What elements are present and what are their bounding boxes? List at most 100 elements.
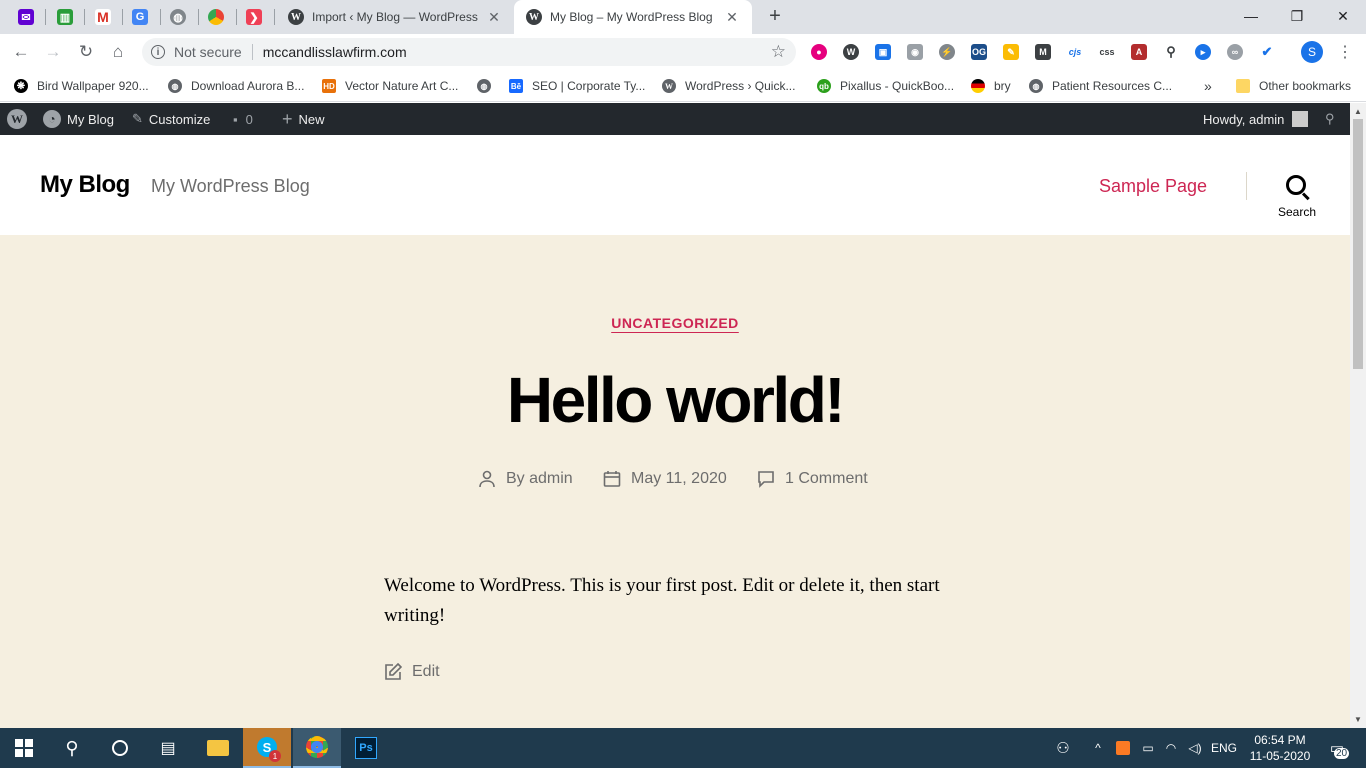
wordpress-extension-icon[interactable]: W — [843, 44, 859, 60]
chrome-taskbar-icon[interactable] — [293, 728, 341, 768]
minimize-button[interactable]: — — [1228, 0, 1274, 32]
windows-logo-icon — [15, 739, 33, 757]
tab-my-blog[interactable]: W My Blog – My WordPress Blog ✕ — [514, 0, 752, 34]
skype-icon[interactable]: S 1 — [243, 728, 291, 768]
cortana-icon[interactable] — [96, 728, 144, 768]
bookmark-item[interactable]: qb Pixallus - QuickBoo... — [817, 76, 954, 96]
screen-capture-extension-icon[interactable]: ▣ — [875, 44, 891, 60]
browser-tab-strip: ✉ ▥ M G ◍ ❯ W Import ‹ My Blog — WordPre… — [0, 0, 1366, 34]
header-divider — [1246, 172, 1247, 200]
lightning-extension-icon[interactable]: ⚡ — [939, 44, 955, 60]
menu-dots-icon[interactable]: ⋮ — [1337, 42, 1353, 62]
taskbar-clock[interactable]: 06:54 PM 11-05-2020 — [1248, 732, 1312, 764]
new-content-menu[interactable]: + New — [282, 103, 325, 135]
close-icon[interactable]: ✕ — [486, 9, 502, 26]
wifi-icon[interactable]: ◠ — [1160, 728, 1182, 768]
address-bar[interactable]: i Not secure mccandlisslawfirm.com ☆ — [142, 38, 796, 66]
globe-icon: ◍ — [1029, 79, 1043, 93]
location-pin-extension-icon[interactable]: ⚲ — [1163, 44, 1179, 60]
scroll-up-arrow[interactable]: ▲ — [1354, 107, 1362, 116]
color-picker-extension-icon[interactable]: ● — [811, 44, 827, 60]
clock-date: 11-05-2020 — [1249, 749, 1311, 763]
bookmark-item[interactable]: Bē SEO | Corporate Ty... — [509, 76, 645, 96]
pinned-tab-chrome[interactable] — [197, 4, 235, 30]
cjs-extension-icon[interactable]: cjs — [1067, 44, 1083, 60]
site-name-menu[interactable]: ◔ My Blog — [43, 103, 114, 135]
bookmark-item[interactable]: W WordPress › Quick... — [662, 76, 795, 96]
customize-link[interactable]: ✎ Customize — [132, 103, 210, 135]
site-title[interactable]: My Blog — [40, 171, 130, 199]
m-extension-icon[interactable]: M — [1035, 44, 1051, 60]
back-button[interactable]: ← — [8, 39, 34, 65]
file-explorer-icon[interactable] — [194, 728, 242, 768]
new-tab-button[interactable]: + — [764, 5, 786, 27]
og-extension-icon[interactable]: OG — [971, 44, 987, 60]
xampp-icon[interactable] — [1112, 728, 1134, 768]
profile-avatar[interactable]: S — [1301, 41, 1323, 63]
nav-sample-page[interactable]: Sample Page — [1099, 176, 1207, 197]
volume-icon[interactable]: ◁) — [1184, 728, 1206, 768]
bookmark-item[interactable]: HD Vector Nature Art C... — [322, 76, 458, 96]
start-button[interactable] — [0, 728, 48, 768]
pinned-tab-mail[interactable]: ✉ — [7, 4, 45, 30]
forward-button[interactable]: → — [40, 39, 66, 65]
globe-icon: ◍ — [170, 9, 186, 25]
edit-post-link[interactable]: Edit — [384, 663, 440, 681]
my-account-menu[interactable]: Howdy, admin — [1203, 103, 1309, 135]
restore-button[interactable]: ❐ — [1274, 0, 1320, 32]
battery-icon[interactable]: ▭ — [1138, 728, 1158, 768]
search-icon[interactable]: ⚲ — [48, 728, 96, 768]
check-extension-icon[interactable]: ✔ — [1259, 44, 1275, 60]
post-category: UNCATEGORIZED — [0, 315, 1350, 333]
pinned-tab-translate[interactable]: G — [121, 4, 159, 30]
bookmark-star-icon[interactable]: ☆ — [771, 42, 786, 62]
language-indicator[interactable]: ENG — [1208, 728, 1240, 768]
admin-search-icon[interactable]: ⚲ — [1325, 103, 1335, 135]
comments-link[interactable]: 1 Comment — [785, 470, 868, 488]
edit-label: Edit — [412, 663, 440, 680]
bookmark-item[interactable]: ◍ — [477, 76, 500, 96]
action-center-button[interactable]: ▭ 20 — [1320, 728, 1354, 768]
search-toggle-button[interactable]: Search — [1272, 173, 1324, 223]
home-button[interactable]: ⌂ — [105, 39, 131, 65]
vertical-scrollbar[interactable]: ▲ ▼ — [1350, 103, 1366, 728]
pinned-tab-pocket[interactable]: ❯ — [235, 4, 273, 30]
close-window-button[interactable]: ✕ — [1320, 0, 1366, 32]
wordpress-icon: W — [662, 79, 676, 93]
bookmark-item[interactable]: ❋ Bird Wallpaper 920... — [14, 76, 149, 96]
css-extension-icon[interactable]: css — [1099, 44, 1115, 60]
task-view-icon[interactable]: ▤ — [144, 728, 192, 768]
camera-extension-icon[interactable]: ◉ — [907, 44, 923, 60]
tab-import[interactable]: W Import ‹ My Blog — WordPress ✕ — [276, 0, 514, 34]
reload-button[interactable]: ↻ — [73, 39, 99, 65]
scrollbar-thumb[interactable] — [1353, 119, 1363, 369]
post-author: By admin — [478, 468, 573, 490]
bookmark-item[interactable]: bry — [971, 76, 1011, 96]
bookmark-label: Vector Nature Art C... — [345, 79, 459, 93]
bookmark-item[interactable]: ◍ Download Aurora B... — [168, 76, 304, 96]
pinned-tab-trello[interactable]: ▥ — [46, 4, 84, 30]
category-link[interactable]: UNCATEGORIZED — [611, 315, 739, 331]
photoshop-icon[interactable]: Ps — [342, 728, 390, 768]
note-extension-icon[interactable]: ✎ — [1003, 44, 1019, 60]
other-bookmarks-folder[interactable]: Other bookmarks — [1236, 76, 1351, 96]
pinned-tab-globe[interactable]: ◍ — [159, 4, 197, 30]
pinned-tab-gmail[interactable]: M — [84, 4, 122, 30]
flag-icon — [971, 79, 985, 93]
close-icon[interactable]: ✕ — [724, 9, 740, 26]
play-extension-icon[interactable]: ▸ — [1195, 44, 1211, 60]
chevron-up-icon[interactable]: ^ — [1088, 728, 1108, 768]
link-extension-icon[interactable]: ∞ — [1227, 44, 1243, 60]
url-text[interactable]: mccandlisslawfirm.com — [263, 44, 407, 60]
date-link[interactable]: May 11, 2020 — [631, 470, 727, 488]
people-icon[interactable]: ⚇ — [1050, 728, 1076, 768]
wp-logo-menu[interactable]: W — [7, 103, 33, 135]
comment-bubble-icon: ▪ — [233, 111, 238, 127]
info-icon[interactable]: i — [151, 45, 165, 59]
pdf-extension-icon[interactable]: A — [1131, 44, 1147, 60]
bookmarks-overflow-button[interactable]: » — [1204, 76, 1212, 96]
comments-link[interactable]: ▪ 0 — [233, 103, 253, 135]
author-link[interactable]: By admin — [506, 470, 573, 488]
bookmark-item[interactable]: ◍ Patient Resources C... — [1029, 76, 1172, 96]
scroll-down-arrow[interactable]: ▼ — [1354, 715, 1362, 724]
